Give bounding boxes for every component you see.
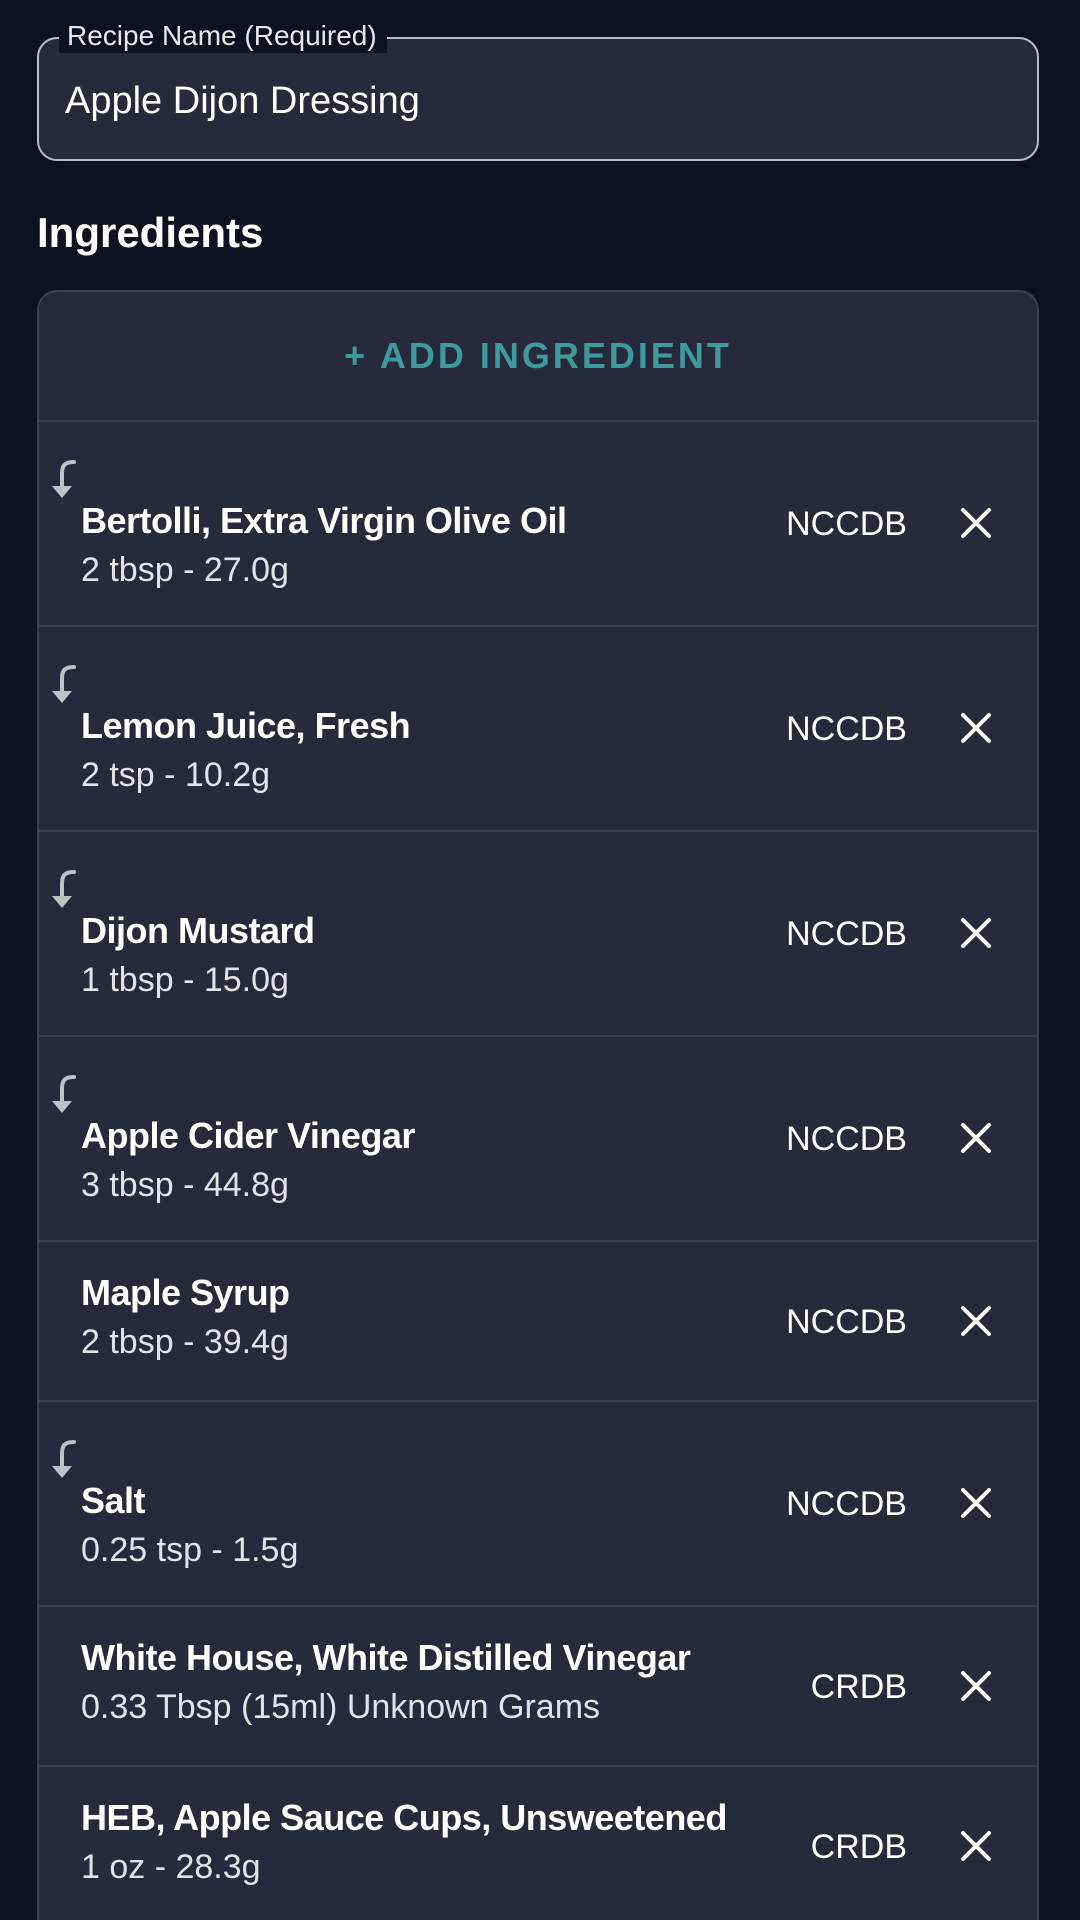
ingredient-name: Apple Cider Vinegar [81, 1115, 415, 1156]
recipe-name-input[interactable] [65, 79, 1005, 123]
close-icon[interactable] [959, 711, 993, 745]
ingredient-source: NCCDB [786, 1485, 907, 1523]
close-icon[interactable] [959, 916, 993, 950]
ingredient-source: NCCDB [786, 710, 907, 748]
ingredient-source: CRDB [810, 1668, 907, 1706]
close-icon[interactable] [959, 1304, 993, 1338]
close-icon[interactable] [959, 506, 993, 540]
ingredient-name: HEB, Apple Sauce Cups, Unsweetened [81, 1797, 727, 1838]
ingredient-amount: 2 tbsp - 39.4g [81, 1323, 289, 1361]
ingredients-heading: Ingredients [37, 209, 264, 256]
close-icon[interactable] [959, 1669, 993, 1703]
recipe-name-label: Recipe Name (Required) [59, 19, 387, 53]
ingredient-amount: 1 tbsp - 15.0g [81, 961, 289, 999]
ingredient-amount: 0.33 Tbsp (15ml) Unknown Grams [81, 1688, 601, 1726]
add-ingredient-button[interactable]: + ADD INGREDIENT [39, 292, 1037, 422]
subdirectory-arrow-icon [52, 1440, 76, 1478]
ingredient-name: Salt [81, 1480, 146, 1521]
ingredient-source: NCCDB [786, 1303, 907, 1341]
ingredient-source: NCCDB [786, 1120, 907, 1158]
ingredient-row[interactable]: White House, White Distilled Vinegar 0.3… [39, 1607, 1037, 1767]
subdirectory-arrow-icon [52, 1075, 76, 1113]
recipe-name-field[interactable]: Recipe Name (Required) [37, 19, 1039, 161]
ingredient-row[interactable]: Bertolli, Extra Virgin Olive Oil 2 tbsp … [39, 422, 1037, 627]
recipe-editor-page: Recipe Name (Required) Ingredients + ADD… [0, 0, 1080, 1920]
ingredient-amount: 2 tbsp - 27.0g [81, 551, 289, 589]
subdirectory-arrow-icon [52, 870, 76, 908]
subdirectory-arrow-icon [52, 460, 76, 498]
ingredient-row[interactable]: Salt 0.25 tsp - 1.5g NCCDB [39, 1402, 1037, 1607]
ingredient-name: Lemon Juice, Fresh [81, 705, 411, 746]
subdirectory-arrow-icon [52, 665, 76, 703]
ingredient-row[interactable]: Apple Cider Vinegar 3 tbsp - 44.8g NCCDB [39, 1037, 1037, 1242]
ingredient-source: NCCDB [786, 915, 907, 953]
ingredient-name: White House, White Distilled Vinegar [81, 1637, 691, 1678]
ingredient-row[interactable]: HEB, Apple Sauce Cups, Unsweetened 1 oz … [39, 1767, 1037, 1920]
ingredient-source: CRDB [810, 1828, 907, 1866]
close-icon[interactable] [959, 1121, 993, 1155]
ingredient-amount: 0.25 tsp - 1.5g [81, 1531, 299, 1569]
ingredient-row[interactable]: Maple Syrup 2 tbsp - 39.4g NCCDB [39, 1242, 1037, 1402]
ingredient-name: Dijon Mustard [81, 910, 315, 951]
ingredient-amount: 2 tsp - 10.2g [81, 756, 271, 794]
close-icon[interactable] [959, 1829, 993, 1863]
ingredient-amount: 3 tbsp - 44.8g [81, 1166, 289, 1204]
ingredient-source: NCCDB [786, 505, 907, 543]
ingredient-row[interactable]: Dijon Mustard 1 tbsp - 15.0g NCCDB [39, 832, 1037, 1037]
ingredient-amount: 1 oz - 28.3g [81, 1848, 261, 1886]
close-icon[interactable] [959, 1486, 993, 1520]
ingredient-name: Bertolli, Extra Virgin Olive Oil [81, 500, 567, 541]
ingredient-row[interactable]: Lemon Juice, Fresh 2 tsp - 10.2g NCCDB [39, 627, 1037, 832]
ingredient-name: Maple Syrup [81, 1272, 290, 1313]
ingredients-card: + ADD INGREDIENT Bertolli, Extra Virgin … [37, 290, 1039, 1920]
